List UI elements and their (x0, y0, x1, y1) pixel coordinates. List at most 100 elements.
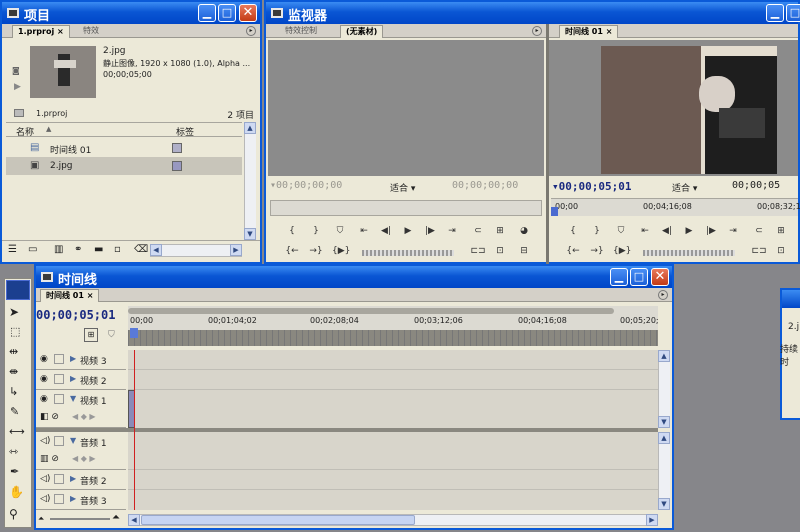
mark-in-button[interactable]: { (284, 224, 300, 238)
razor-tool-icon[interactable]: ✎ (10, 405, 19, 418)
tab-project[interactable]: 1.prproj × (12, 25, 70, 38)
goto-in-button[interactable]: ⇤ (637, 224, 653, 238)
tab-no-clip[interactable]: (无素材) (340, 25, 384, 38)
program-fit-select[interactable]: 适合 ▾ (672, 181, 697, 194)
icon-view-icon[interactable]: ▭ (28, 244, 37, 255)
pen-tool-icon[interactable]: ✒ (10, 465, 19, 478)
video-vscroll[interactable]: ▲ ▼ (658, 350, 670, 428)
close-button[interactable]: ✕ (239, 4, 257, 22)
safe-margins-button[interactable]: ⊡ (773, 244, 789, 258)
track-select-tool-icon[interactable]: ⬚ (10, 325, 20, 338)
loop-button[interactable]: ⊏⊐ (751, 244, 767, 258)
speaker-icon[interactable]: ◁) (40, 494, 50, 504)
snap-icon[interactable]: ⊞ (84, 328, 98, 342)
mark-out-button[interactable]: } (589, 224, 605, 238)
play-preview-icon[interactable]: ▶ (14, 82, 21, 92)
goto-in-button[interactable]: ⇤ (356, 224, 372, 238)
new-bin-icon[interactable]: ▬ (94, 244, 103, 255)
marker-button[interactable]: ⛉ (613, 224, 629, 238)
rate-stretch-tool-icon[interactable]: ↳ (9, 385, 18, 398)
keyframe-nav-icon[interactable]: ◀ ◆ ▶ (72, 412, 96, 421)
project-hscroll[interactable]: ◀ ▶ (150, 244, 242, 257)
zoom-in-icon[interactable]: ⏶ (112, 512, 120, 523)
new-item-icon[interactable]: ▫ (114, 244, 121, 255)
slip-tool-icon[interactable]: ⟷ (9, 425, 25, 438)
keyframe-nav-icon[interactable]: ◀ ◆ ▶ (72, 454, 96, 463)
panel-menu-icon[interactable]: ▸ (246, 26, 256, 36)
playhead-icon[interactable] (551, 207, 558, 216)
step-back-button[interactable]: ◀| (378, 224, 394, 238)
play-button[interactable]: ▶ (400, 224, 416, 238)
project-vscroll[interactable]: ▲ ▼ (244, 122, 256, 240)
tab-sequence[interactable]: 时间线 01 × (40, 289, 100, 302)
minimize-button[interactable]: ▁ (766, 4, 784, 22)
panel-menu-icon[interactable]: ▸ (658, 290, 668, 300)
zoom-slider[interactable] (50, 518, 110, 520)
step-forward-button[interactable]: |▶ (422, 224, 438, 238)
play-in-out-button[interactable]: {▶} (332, 244, 350, 258)
minimize-button[interactable]: ▁ (198, 4, 216, 22)
maximize-button[interactable]: □ (218, 4, 236, 22)
poster-frame-icon[interactable]: ◙ (12, 66, 20, 75)
track-header[interactable]: ◉ ▶ 视频 2 (36, 370, 126, 390)
tab-close-icon[interactable]: × (87, 291, 94, 300)
prev-marker-button[interactable]: {← (565, 244, 581, 258)
collapse-arrow-icon[interactable]: ▼ (70, 394, 76, 403)
tab-close-icon[interactable]: × (57, 27, 64, 36)
automate-icon[interactable]: ▥ (54, 244, 63, 255)
keyframe-icon[interactable]: ▥ ⊘ (40, 454, 59, 464)
next-marker-button[interactable]: →} (589, 244, 605, 258)
maximize-button[interactable]: □ (786, 4, 800, 22)
play-button[interactable]: ▶ (681, 224, 697, 238)
next-marker-button[interactable]: →} (308, 244, 324, 258)
track-header[interactable]: ◉ ▶ 视频 3 (36, 350, 126, 370)
track-area[interactable] (128, 350, 658, 510)
keyframe-icon[interactable]: ◧ ⊘ (40, 412, 59, 422)
close-button[interactable]: ✕ (651, 268, 669, 286)
output-button[interactable]: ⊟ (516, 244, 532, 258)
expand-arrow-icon[interactable]: ▶ (70, 354, 76, 363)
lift-button[interactable]: ⊂ (751, 224, 767, 238)
speaker-icon[interactable]: ◁) (40, 474, 50, 484)
expand-arrow-icon[interactable]: ▶ (70, 474, 76, 483)
marker-button[interactable]: ⛉ (332, 224, 348, 238)
hscroll-thumb[interactable] (141, 515, 415, 525)
audio-vscroll[interactable]: ▲ ▼ (658, 432, 670, 510)
zoom-out-icon[interactable]: ⏶ (38, 514, 44, 524)
expand-arrow-icon[interactable]: ▶ (70, 494, 76, 503)
maximize-button[interactable]: □ (630, 268, 648, 286)
list-view-icon[interactable]: ☰ (8, 244, 17, 255)
prev-marker-button[interactable]: {← (284, 244, 300, 258)
panel-menu-icon[interactable]: ▸ (532, 26, 542, 36)
safe-margins-button[interactable]: ⊡ (492, 244, 508, 258)
col-name-header[interactable]: 名称 (16, 125, 34, 138)
eye-icon[interactable]: ◉ (40, 374, 48, 384)
timeline-timecode[interactable]: 00;00;05;01 (36, 308, 115, 322)
marker-icon[interactable]: ⛉ (108, 330, 115, 340)
tab-effect-controls[interactable]: 特效控制 (280, 25, 322, 38)
tab-program-sequence[interactable]: 时间线 01 × (559, 25, 619, 38)
collapse-arrow-icon[interactable]: ▼ (70, 436, 76, 445)
insert-button[interactable]: ⊂ (470, 224, 486, 238)
hand-tool-icon[interactable]: ✋ (9, 485, 24, 499)
step-forward-button[interactable]: |▶ (703, 224, 719, 238)
expand-arrow-icon[interactable]: ▶ (70, 374, 76, 383)
eye-icon[interactable]: ◉ (40, 354, 48, 364)
goto-out-button[interactable]: ⇥ (444, 224, 460, 238)
work-area-bar[interactable] (128, 308, 614, 314)
source-fit-select[interactable]: 适合 ▾ (390, 181, 415, 194)
extract-button[interactable]: ⊞ (773, 224, 789, 238)
eye-icon[interactable]: ◉ (40, 394, 48, 404)
export-button[interactable]: ◕ (516, 224, 532, 238)
clear-icon[interactable]: ⌫ (134, 244, 148, 255)
sort-arrow-icon[interactable]: ▲ (46, 125, 51, 133)
goto-out-button[interactable]: ⇥ (725, 224, 741, 238)
ripple-edit-tool-icon[interactable]: ⇹ (9, 345, 18, 358)
list-item[interactable]: ▤ 时间线 01 (6, 139, 242, 157)
track-header[interactable]: ◉ ▼ 视频 1 ◧ ⊘ ◀ ◆ ▶ (36, 390, 126, 428)
jog-shuttle[interactable] (643, 250, 735, 256)
list-item[interactable]: ▣ 2.jpg (6, 157, 242, 175)
play-in-out-button[interactable]: {▶} (613, 244, 631, 258)
loop-button[interactable]: ⊏⊐ (470, 244, 486, 258)
col-label-header[interactable]: 标签 (176, 125, 194, 138)
